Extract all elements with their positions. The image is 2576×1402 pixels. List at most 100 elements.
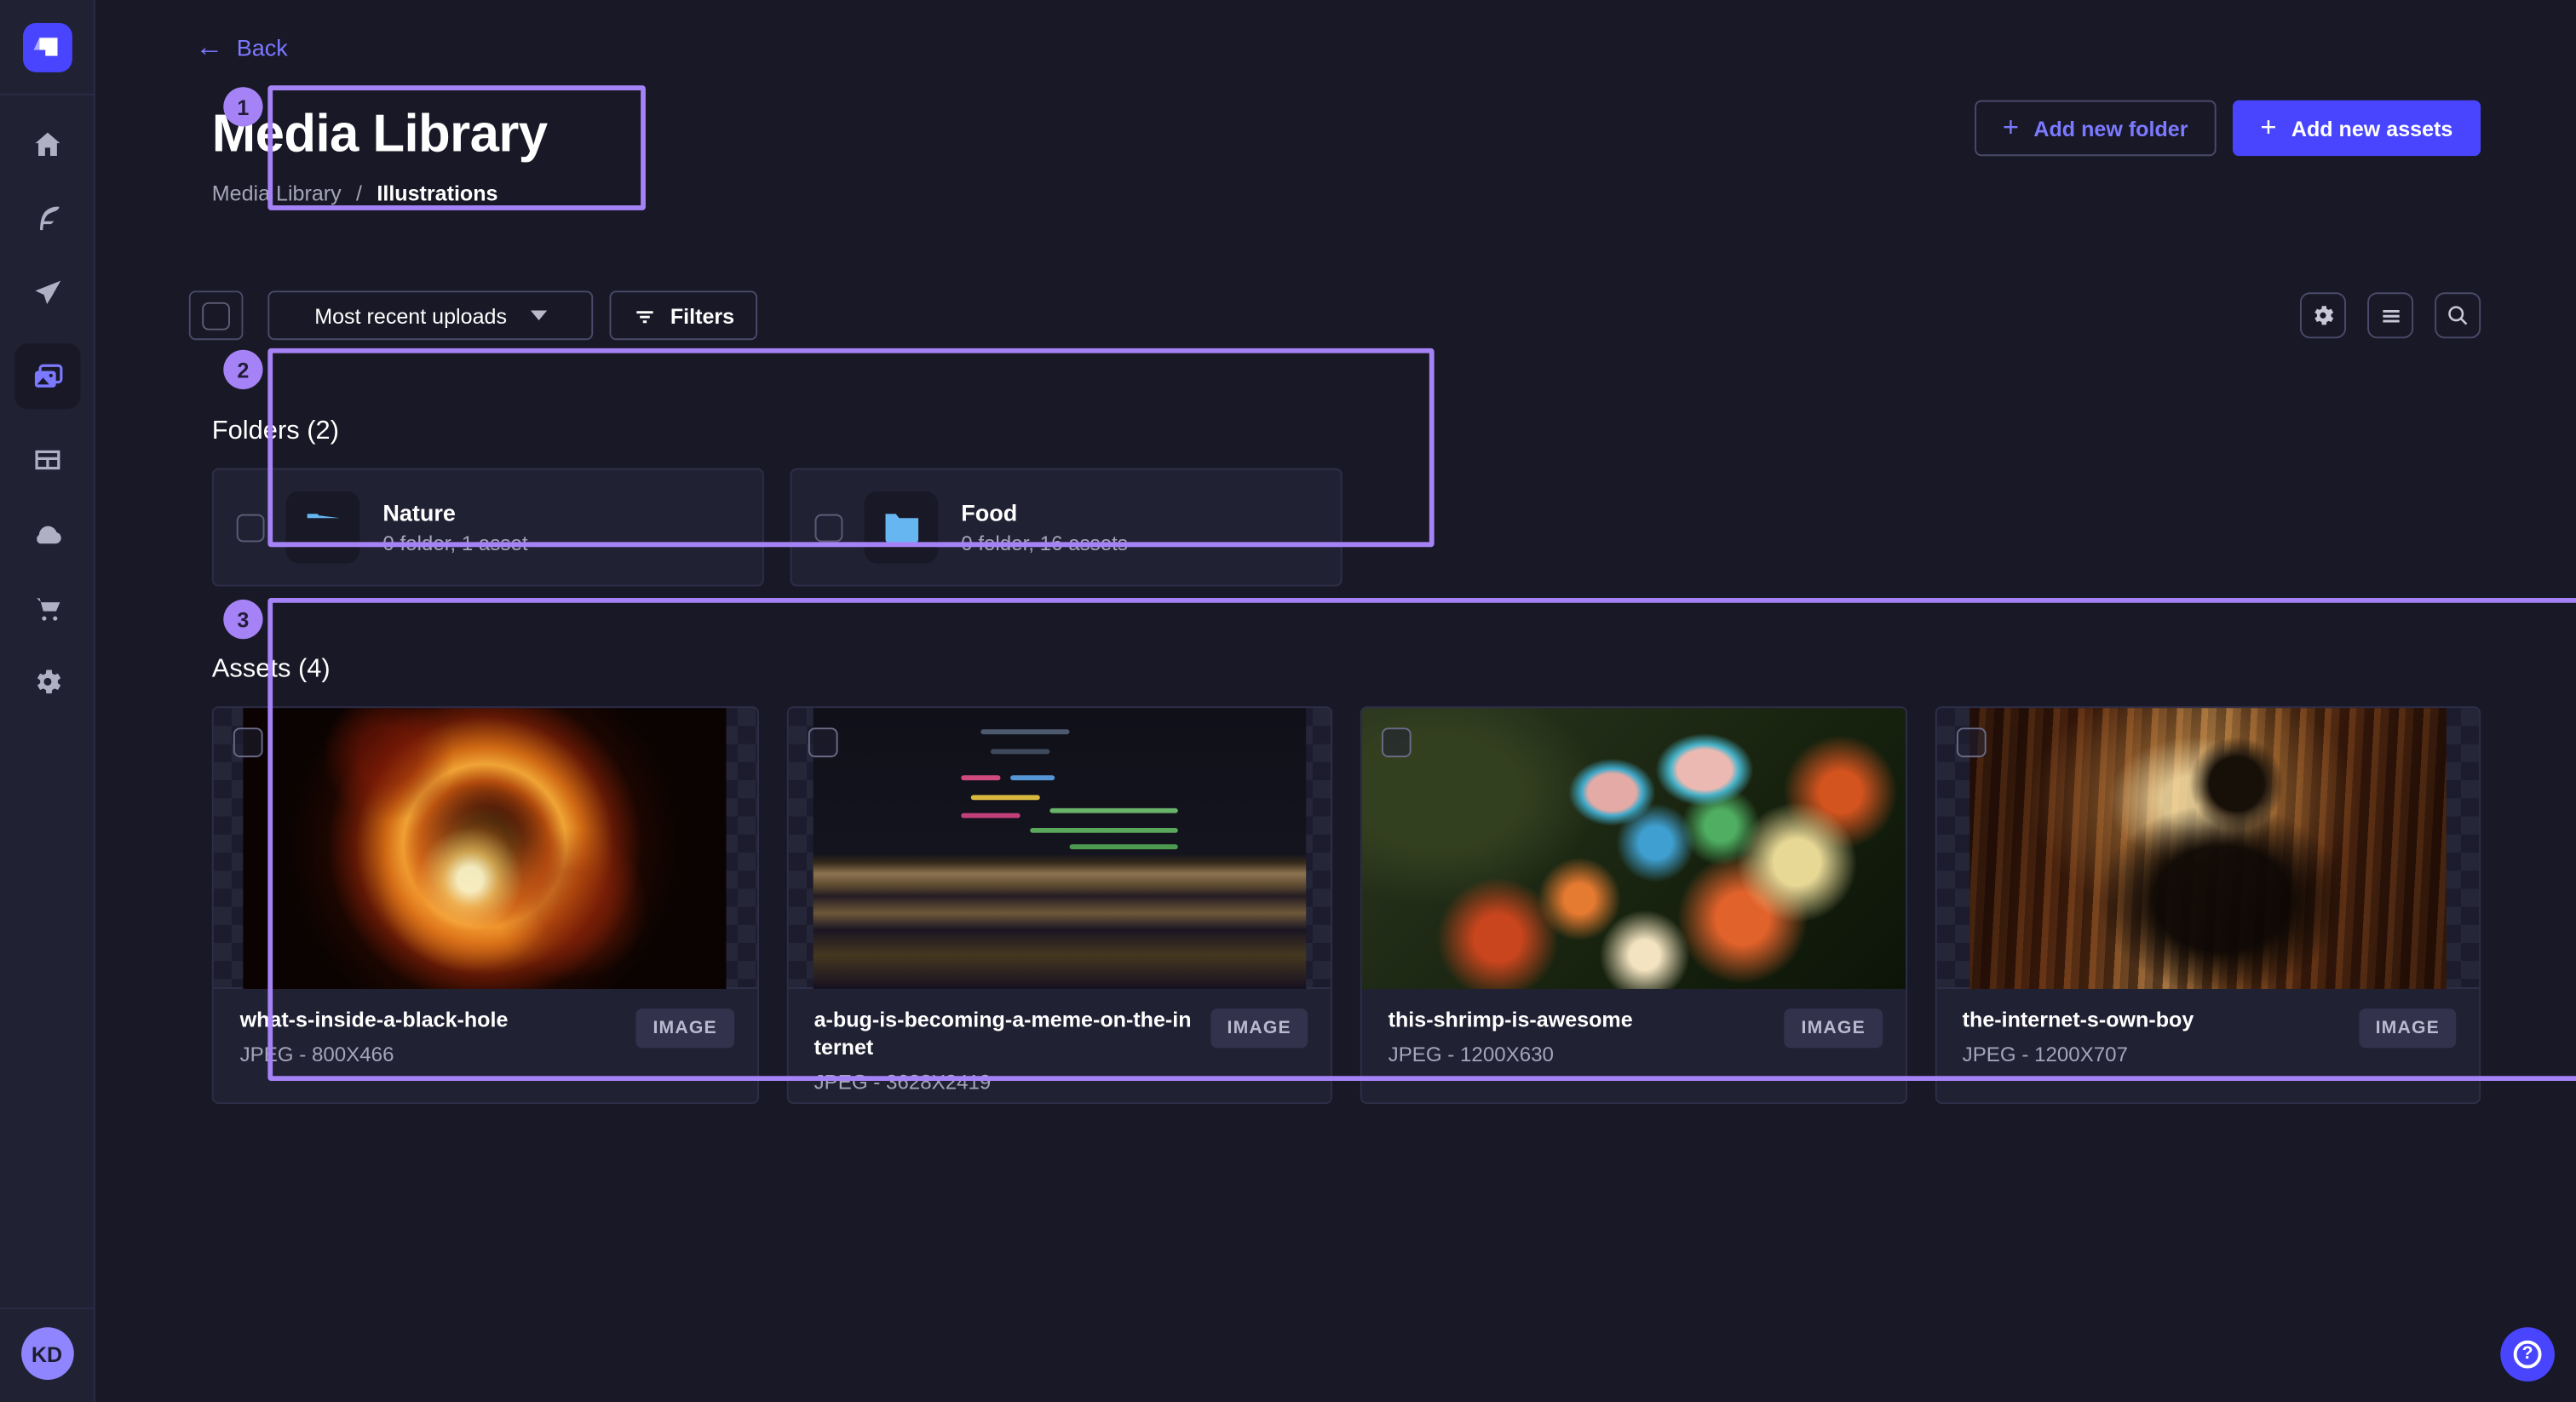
asset-row: what-s-inside-a-black-hole JPEG - 800X46… bbox=[212, 706, 2481, 1104]
asset-title: this-shrimp-is-awesome bbox=[1389, 1007, 1633, 1035]
assets-section: Assets (4) what-s-inside-a-black-hole JP… bbox=[189, 655, 2481, 1103]
asset-meta: JPEG - 1200X630 bbox=[1389, 1043, 1633, 1066]
sidebar-item-purchase[interactable] bbox=[14, 585, 79, 631]
back-arrow-icon: ← bbox=[195, 33, 223, 61]
breadcrumb-current: Illustrations bbox=[377, 181, 497, 205]
plus-icon: + bbox=[2003, 113, 2019, 141]
folder-card-food[interactable]: Food 0 folder, 16 assets bbox=[791, 468, 1343, 587]
assets-heading: Assets (4) bbox=[212, 655, 2481, 685]
asset-checkbox[interactable] bbox=[1956, 727, 1986, 757]
folder-checkbox[interactable] bbox=[237, 514, 265, 542]
sidebar-item-home[interactable] bbox=[14, 122, 79, 168]
asset-footer: a-bug-is-becoming-a-meme-on-the-internet… bbox=[788, 989, 1331, 1104]
app-window: KD ← Back Media Library Media Library / … bbox=[0, 0, 2576, 1402]
search-button[interactable] bbox=[2435, 292, 2481, 338]
asset-type-badge: IMAGE bbox=[1210, 1008, 1308, 1048]
asset-thumbnail-area bbox=[1936, 708, 2479, 989]
asset-checkbox[interactable] bbox=[808, 727, 837, 757]
folder-text: Nature 0 folder, 1 asset bbox=[382, 499, 527, 555]
add-new-assets-label: Add new assets bbox=[2291, 116, 2453, 141]
add-new-assets-button[interactable]: + Add new assets bbox=[2233, 101, 2481, 157]
back-link[interactable]: ← Back bbox=[195, 33, 287, 61]
black-hole-photo bbox=[244, 707, 727, 988]
asset-card-black-hole[interactable]: what-s-inside-a-black-hole JPEG - 800X46… bbox=[212, 706, 758, 1104]
home-icon bbox=[31, 128, 64, 161]
breadcrumb-parent[interactable]: Media Library bbox=[212, 181, 342, 205]
media-settings-button[interactable] bbox=[2300, 292, 2346, 338]
asset-card-shrimp[interactable]: this-shrimp-is-awesome JPEG - 1200X630 I… bbox=[1360, 706, 1906, 1104]
folder-name: Food bbox=[961, 499, 1128, 526]
toolbar-right bbox=[2300, 292, 2481, 338]
asset-footer: the-internet-s-own-boy JPEG - 1200X707 I… bbox=[1936, 989, 2479, 1104]
folder-name: Nature bbox=[382, 499, 527, 526]
sort-select-value: Most recent uploads bbox=[314, 303, 507, 328]
asset-checkbox[interactable] bbox=[233, 727, 263, 757]
add-new-folder-button[interactable]: + Add new folder bbox=[1975, 101, 2216, 157]
sidebar-item-cloud[interactable] bbox=[14, 511, 79, 557]
gear-icon bbox=[31, 665, 64, 698]
paper-plane-icon bbox=[31, 276, 64, 309]
select-all-checkbox[interactable] bbox=[202, 302, 230, 330]
avatar[interactable]: KD bbox=[20, 1327, 73, 1380]
sidebar-item-content-type-builder[interactable] bbox=[14, 195, 79, 241]
folder-row: Nature 0 folder, 1 asset Food 0 folder, … bbox=[212, 468, 2481, 587]
strapi-logo-mark bbox=[22, 23, 72, 72]
strapi-logo[interactable] bbox=[22, 23, 72, 72]
list-icon bbox=[2378, 303, 2403, 328]
sidebar-divider bbox=[0, 94, 94, 95]
folder-meta: 0 folder, 16 assets bbox=[961, 532, 1128, 555]
settings-icon bbox=[2310, 302, 2337, 329]
asset-checkbox[interactable] bbox=[1382, 727, 1412, 757]
asset-card-bug-meme[interactable]: a-bug-is-becoming-a-meme-on-the-internet… bbox=[786, 706, 1332, 1104]
sidebar-item-media-library[interactable] bbox=[14, 343, 79, 409]
sidebar: KD bbox=[0, 0, 95, 1402]
toolbar: Most recent uploads Filters bbox=[189, 290, 2481, 340]
folders-heading: Folders (2) bbox=[212, 417, 2481, 447]
mantis-shrimp-photo bbox=[1362, 707, 1905, 988]
filters-button[interactable]: Filters bbox=[609, 290, 757, 340]
asset-meta: JPEG - 1200X707 bbox=[1963, 1043, 2194, 1066]
laptop-code-photo bbox=[813, 707, 1306, 988]
asset-title: what-s-inside-a-black-hole bbox=[240, 1007, 509, 1035]
filters-label: Filters bbox=[670, 303, 734, 328]
folder-text: Food 0 folder, 16 assets bbox=[961, 499, 1128, 555]
library-portrait-photo bbox=[1969, 707, 2446, 988]
asset-card-internets-own-boy[interactable]: the-internet-s-own-boy JPEG - 1200X707 I… bbox=[1935, 706, 2481, 1104]
sidebar-item-deploy[interactable] bbox=[14, 269, 79, 315]
main-content: ← Back Media Library Media Library / Ill… bbox=[95, 0, 2576, 1402]
chevron-down-icon bbox=[530, 310, 546, 320]
folder-icon bbox=[877, 503, 926, 552]
search-icon bbox=[2445, 302, 2471, 329]
folders-section: Folders (2) Nature 0 folder, 1 asset bbox=[189, 417, 2481, 587]
folder-checkbox[interactable] bbox=[815, 514, 843, 542]
folder-card-nature[interactable]: Nature 0 folder, 1 asset bbox=[212, 468, 764, 587]
asset-meta: JPEG - 3628X2419 bbox=[814, 1071, 1195, 1094]
sidebar-footer-divider bbox=[0, 1307, 94, 1309]
asset-type-badge: IMAGE bbox=[2359, 1008, 2456, 1048]
sidebar-item-settings[interactable] bbox=[14, 658, 79, 704]
feather-icon bbox=[31, 202, 64, 235]
header-row: Media Library Media Library / Illustrati… bbox=[189, 87, 2481, 225]
folder-icon-box bbox=[864, 491, 938, 564]
sort-select[interactable]: Most recent uploads bbox=[267, 290, 593, 340]
asset-meta: JPEG - 800X466 bbox=[240, 1043, 509, 1066]
help-button[interactable]: ? bbox=[2500, 1327, 2555, 1382]
asset-type-badge: IMAGE bbox=[636, 1008, 733, 1048]
cart-icon bbox=[31, 591, 64, 624]
list-view-button[interactable] bbox=[2367, 292, 2413, 338]
folder-icon-box bbox=[286, 491, 360, 564]
content-manager-icon bbox=[31, 444, 64, 477]
add-new-folder-label: Add new folder bbox=[2033, 116, 2188, 141]
sidebar-nav bbox=[14, 122, 79, 705]
select-all-button[interactable] bbox=[189, 290, 244, 340]
back-label: Back bbox=[237, 34, 288, 60]
asset-footer: what-s-inside-a-black-hole JPEG - 800X46… bbox=[214, 989, 756, 1104]
sidebar-item-content-manager[interactable] bbox=[14, 437, 79, 483]
title-block: Media Library Media Library / Illustrati… bbox=[189, 87, 571, 225]
asset-type-badge: IMAGE bbox=[1785, 1008, 1882, 1048]
page-title: Media Library bbox=[212, 103, 548, 164]
asset-title: the-internet-s-own-boy bbox=[1963, 1007, 2194, 1035]
folder-meta: 0 folder, 1 asset bbox=[382, 532, 527, 555]
filter-icon bbox=[632, 303, 657, 328]
breadcrumb: Media Library / Illustrations bbox=[212, 181, 548, 205]
